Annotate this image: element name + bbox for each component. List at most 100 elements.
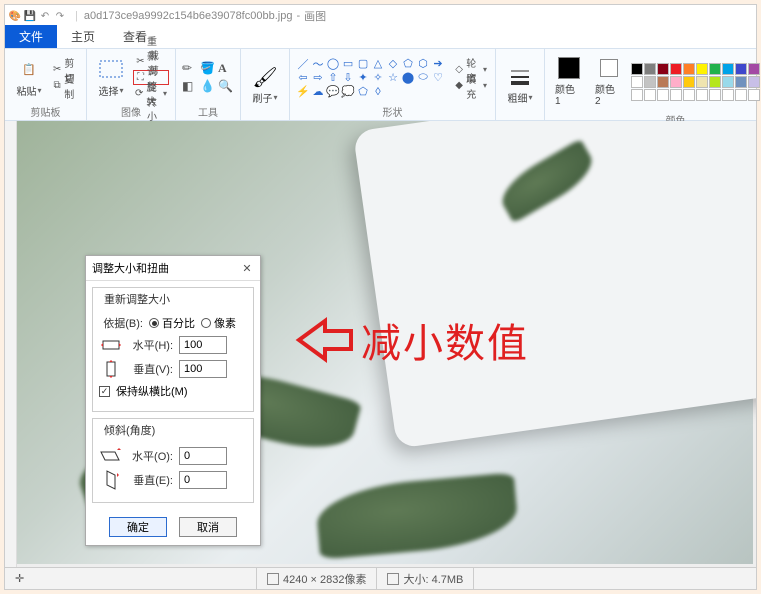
- tab-file[interactable]: 文件: [5, 25, 57, 48]
- arrow-left-icon: [295, 313, 355, 367]
- keep-ratio-checkbox[interactable]: ✓: [99, 386, 110, 397]
- group-shapes: ／〜◯▭▢△◇⬠⬡➔ ⇦⇨⇧⇩✦✧☆⬤⬭♡ ⚡☁💬💭⬠◊ ◇轮廓▾ ◆填充▾ 形…: [290, 49, 496, 120]
- group-size: 粗细▾: [496, 49, 545, 120]
- color1-button[interactable]: 颜色 1: [551, 54, 587, 109]
- paste-button[interactable]: 📋 粘贴▾: [11, 56, 47, 100]
- radio-pixels[interactable]: 像素: [201, 315, 236, 331]
- color-swatch[interactable]: [735, 63, 747, 75]
- crop-icon: ✂: [135, 56, 146, 68]
- skew-horizontal-input[interactable]: [179, 447, 227, 465]
- group-clipboard: 📋 粘贴▾ ✂剪切 ⧉复制 剪贴板: [5, 49, 87, 120]
- color-swatch[interactable]: [748, 76, 760, 88]
- copy-button[interactable]: ⧉复制: [51, 78, 80, 93]
- undo-icon[interactable]: ↶: [39, 10, 51, 22]
- color-swatch[interactable]: [683, 63, 695, 75]
- color-swatch[interactable]: [722, 89, 734, 101]
- eyedropper-icon[interactable]: 💧: [200, 79, 216, 95]
- color-swatch[interactable]: [696, 89, 708, 101]
- color-swatch[interactable]: [657, 89, 669, 101]
- magnifier-icon[interactable]: 🔍: [218, 79, 234, 95]
- eraser-icon[interactable]: ◧: [182, 79, 198, 95]
- rotate-button[interactable]: ⟳旋转▾: [133, 86, 169, 101]
- cancel-button[interactable]: 取消: [179, 517, 237, 537]
- select-icon: [97, 58, 125, 82]
- size-button[interactable]: 粗细▾: [502, 63, 538, 107]
- resize-legend: 重新调整大小: [101, 291, 173, 307]
- color-swatch[interactable]: [670, 76, 682, 88]
- color-swatch[interactable]: [683, 89, 695, 101]
- skew-v-icon: [99, 470, 123, 490]
- shapes-gallery[interactable]: ／〜◯▭▢△◇⬠⬡➔ ⇦⇨⇧⇩✦✧☆⬤⬭♡ ⚡☁💬💭⬠◊: [296, 57, 445, 98]
- color2-button[interactable]: 颜色 2: [591, 54, 627, 109]
- save-icon[interactable]: 💾: [24, 10, 36, 22]
- ok-button[interactable]: 确定: [109, 517, 167, 537]
- resize-vertical-input[interactable]: [179, 360, 227, 378]
- shape-fill[interactable]: ◆填充▾: [453, 78, 489, 93]
- dimensions-icon: [267, 573, 279, 585]
- color-swatch[interactable]: [670, 63, 682, 75]
- cursor-icon: ✛: [15, 572, 24, 585]
- color-swatch[interactable]: [709, 89, 721, 101]
- brush-button[interactable]: 🖌 刷子▾: [247, 63, 283, 107]
- radio-percent[interactable]: 百分比: [149, 315, 195, 331]
- disk-icon: [387, 573, 399, 585]
- copy-icon: ⧉: [53, 80, 61, 92]
- app-icon: 🎨: [9, 10, 21, 22]
- title-separator: |: [75, 10, 78, 22]
- redo-icon[interactable]: ↷: [54, 10, 66, 22]
- group-tools: ✏ 🪣 A ◧ 💧 🔍 工具: [176, 49, 241, 120]
- color-swatch[interactable]: [722, 63, 734, 75]
- resize-horizontal-input[interactable]: [179, 336, 227, 354]
- titlebar: 🎨 💾 ↶ ↷ | a0d173ce9a9992c154b6e39078fc00…: [5, 5, 756, 27]
- color1-swatch: [558, 57, 580, 79]
- fill-icon[interactable]: 🪣: [200, 61, 216, 77]
- color-swatch[interactable]: [696, 63, 708, 75]
- clipboard-icon: 📋: [15, 58, 43, 82]
- color-swatch[interactable]: [709, 63, 721, 75]
- outline-icon: ◇: [455, 64, 463, 76]
- file-name: a0d173ce9a9992c154b6e39078fc00bb.jpg: [84, 10, 293, 22]
- tab-strip: 文件 主页 查看: [5, 27, 756, 49]
- color-swatch[interactable]: [748, 63, 760, 75]
- text-icon[interactable]: A: [218, 61, 234, 77]
- select-button[interactable]: 选择▾: [93, 56, 129, 100]
- tab-home[interactable]: 主页: [57, 25, 109, 48]
- color-swatch[interactable]: [709, 76, 721, 88]
- resize-v-icon: [99, 359, 123, 379]
- status-dimensions: 4240 × 2832像素: [257, 568, 377, 589]
- dialog-close-button[interactable]: ✕: [240, 261, 254, 275]
- color-palette[interactable]: [631, 63, 760, 101]
- color-swatch[interactable]: [644, 89, 656, 101]
- resize-dialog: 调整大小和扭曲 ✕ 重新调整大小 依据(B): 百分比 像素 水平(H): 垂直…: [85, 255, 261, 546]
- canvas-area[interactable]: 调整大小和扭曲 ✕ 重新调整大小 依据(B): 百分比 像素 水平(H): 垂直…: [5, 121, 756, 567]
- rotate-icon: ⟳: [135, 88, 143, 100]
- color-swatch[interactable]: [631, 63, 643, 75]
- status-cursor: ✛: [5, 568, 257, 589]
- color-swatch[interactable]: [644, 63, 656, 75]
- color-swatch[interactable]: [722, 76, 734, 88]
- color-swatch[interactable]: [631, 76, 643, 88]
- color-swatch[interactable]: [631, 89, 643, 101]
- status-filesize: 大小: 4.7MB: [377, 568, 474, 589]
- color-swatch[interactable]: [683, 76, 695, 88]
- skew-h-icon: [99, 446, 123, 466]
- fillshape-icon: ◆: [455, 80, 463, 92]
- color-swatch[interactable]: [696, 76, 708, 88]
- color-swatch[interactable]: [657, 76, 669, 88]
- skew-legend: 倾斜(角度): [101, 422, 158, 438]
- color-swatch[interactable]: [735, 89, 747, 101]
- color-swatch[interactable]: [670, 89, 682, 101]
- ribbon: 📋 粘贴▾ ✂剪切 ⧉复制 剪贴板 选择▾ ✂裁剪 ⛶重新调整大小: [5, 49, 756, 121]
- pencil-icon[interactable]: ✏: [182, 61, 198, 77]
- color2-swatch: [600, 59, 618, 77]
- color-swatch[interactable]: [644, 76, 656, 88]
- group-brush: 🖌 刷子▾: [241, 49, 290, 120]
- color-swatch[interactable]: [735, 76, 747, 88]
- group-image: 选择▾ ✂裁剪 ⛶重新调整大小 ⟳旋转▾ 图像: [87, 49, 176, 120]
- paint-window: 🎨 💾 ↶ ↷ | a0d173ce9a9992c154b6e39078fc00…: [4, 4, 757, 590]
- skew-vertical-input[interactable]: [179, 471, 227, 489]
- resize-h-icon: [99, 335, 123, 355]
- resize-icon: ⛶: [137, 72, 144, 84]
- color-swatch[interactable]: [657, 63, 669, 75]
- color-swatch[interactable]: [748, 89, 760, 101]
